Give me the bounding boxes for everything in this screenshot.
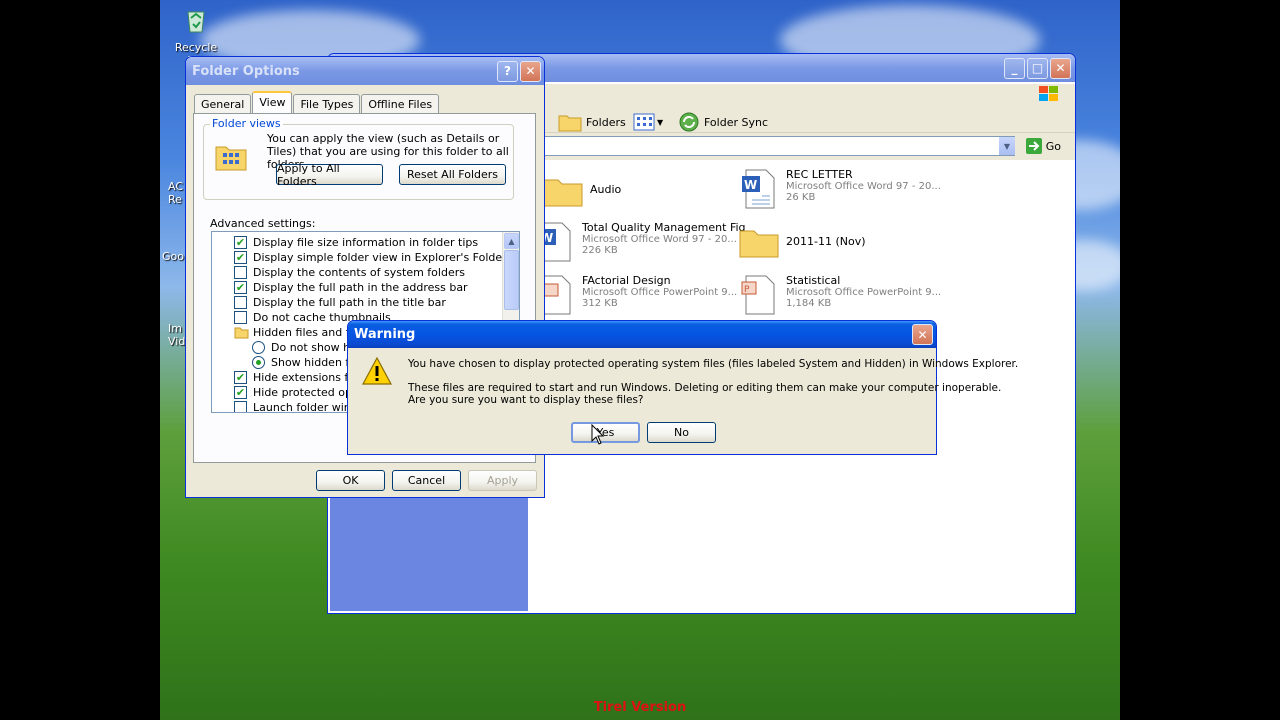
go-label: Go bbox=[1045, 139, 1061, 153]
folder-icon bbox=[234, 327, 249, 339]
svg-text:W: W bbox=[744, 178, 757, 192]
address-input[interactable] bbox=[528, 136, 1015, 156]
reset-all-folders-button[interactable]: Reset All Folders bbox=[399, 164, 506, 185]
tab-general[interactable]: General bbox=[194, 94, 252, 113]
advanced-setting-label: Display simple folder view in Explorer's… bbox=[253, 251, 520, 264]
warning-dialog[interactable]: Warning ✕ You have chosen to display pro… bbox=[347, 320, 1018, 455]
radio-button[interactable] bbox=[252, 341, 265, 354]
checkbox[interactable]: ✔ bbox=[234, 251, 247, 264]
list-item[interactable]: Audio bbox=[542, 170, 621, 212]
folder-views-legend: Folder views bbox=[210, 117, 283, 130]
folder-options-title: Folder Options bbox=[192, 63, 300, 79]
go-arrow-icon bbox=[1025, 138, 1042, 154]
advanced-setting-row[interactable]: ✔ Display the full path in the address ba… bbox=[234, 280, 468, 295]
close-button[interactable]: ✕ bbox=[1050, 57, 1071, 79]
folder-sync-icon bbox=[679, 112, 699, 132]
checkbox[interactable] bbox=[234, 401, 247, 412]
list-item[interactable]: P Statistical Microsoft Office PowerPoin… bbox=[738, 274, 941, 316]
advanced-setting-row[interactable]: ✔ Display file size information in folder… bbox=[234, 235, 478, 250]
svg-text:P: P bbox=[744, 285, 750, 295]
list-item[interactable]: W REC LETTER Microsoft Office Word 97 - … bbox=[738, 168, 941, 210]
file-type: Microsoft Office PowerPoint 9... bbox=[582, 287, 738, 298]
radio-button[interactable] bbox=[252, 356, 265, 369]
checkbox[interactable] bbox=[234, 311, 247, 324]
warning-line-2: These files are required to start and ru… bbox=[408, 382, 1002, 394]
file-size: 26 KB bbox=[786, 192, 816, 203]
address-dropdown-button[interactable]: ▼ bbox=[999, 137, 1015, 155]
help-button[interactable]: ? bbox=[497, 60, 518, 82]
tab-file-types[interactable]: File Types bbox=[293, 94, 361, 113]
folder-icon bbox=[558, 115, 582, 132]
folder-sync-label: Folder Sync bbox=[704, 115, 769, 129]
word-document-icon: W bbox=[742, 169, 775, 209]
file-name: Statistical bbox=[786, 274, 841, 287]
warning-line-1: You have chosen to display protected ope… bbox=[408, 358, 1019, 370]
file-name: 2011-11 (Nov) bbox=[786, 235, 866, 248]
checkbox[interactable]: ✔ bbox=[234, 386, 247, 399]
checkbox[interactable] bbox=[234, 266, 247, 279]
list-item[interactable]: W Total Quality Management Fig Microsoft… bbox=[534, 221, 746, 263]
warning-line-3: Are you sure you want to display these f… bbox=[408, 394, 644, 406]
warning-titlebar[interactable]: Warning ✕ bbox=[348, 321, 936, 348]
go-button[interactable]: Go bbox=[1025, 137, 1061, 155]
folder-views-icon bbox=[215, 146, 247, 171]
tab-strip: General View File Types Offline Files bbox=[194, 91, 440, 113]
scroll-up-button[interactable]: ▲ bbox=[504, 233, 519, 249]
file-size: 312 KB bbox=[582, 298, 618, 309]
file-name: Total Quality Management Fig bbox=[582, 221, 746, 234]
file-type: Microsoft Office PowerPoint 9... bbox=[786, 287, 942, 298]
file-type: Microsoft Office Word 97 - 20... bbox=[582, 234, 737, 245]
advanced-settings-label: Advanced settings: bbox=[210, 217, 316, 230]
views-grid-icon bbox=[633, 113, 655, 131]
folder-options-titlebar[interactable]: Folder Options ? ✕ bbox=[186, 57, 544, 85]
minimize-button[interactable]: _ bbox=[1004, 57, 1025, 79]
list-item[interactable]: 2011-11 (Nov) bbox=[738, 221, 866, 263]
mouse-cursor-icon bbox=[591, 424, 605, 445]
apply-to-all-folders-button[interactable]: Apply to All Folders bbox=[276, 162, 383, 188]
advanced-setting-label: Display the full path in the address bar bbox=[253, 281, 468, 294]
advanced-setting-row[interactable]: ✔ Display simple folder view in Explorer'… bbox=[234, 250, 520, 265]
folder-icon bbox=[543, 179, 583, 207]
folders-label: Folders bbox=[586, 115, 626, 129]
trial-watermark: Tirel Version bbox=[593, 700, 687, 715]
cancel-button[interactable]: Cancel bbox=[392, 470, 461, 491]
tab-offline-files[interactable]: Offline Files bbox=[361, 94, 440, 113]
checkbox[interactable]: ✔ bbox=[234, 371, 247, 384]
powerpoint-document-icon: P bbox=[741, 275, 775, 315]
file-name: FActorial Design bbox=[582, 274, 671, 287]
checkbox[interactable]: ✔ bbox=[234, 236, 247, 249]
tab-view[interactable]: View bbox=[252, 91, 293, 113]
warning-title: Warning bbox=[354, 327, 416, 342]
file-name: Audio bbox=[590, 183, 622, 196]
no-button[interactable]: No bbox=[647, 422, 716, 443]
windows-logo-icon bbox=[1039, 86, 1058, 101]
warning-icon bbox=[361, 356, 393, 385]
advanced-setting-label: Display the full path in the title bar bbox=[253, 296, 446, 309]
advanced-setting-label: Display the contents of system folders bbox=[253, 266, 465, 279]
warning-body: You have chosen to display protected ope… bbox=[351, 349, 1018, 451]
recycle-bin-icon bbox=[187, 11, 205, 33]
apply-button[interactable]: Apply bbox=[468, 470, 537, 491]
folder-icon bbox=[739, 230, 779, 258]
file-size: 1,184 KB bbox=[786, 298, 832, 309]
list-item[interactable]: FActorial Design Microsoft Office PowerP… bbox=[534, 274, 737, 316]
ok-button[interactable]: OK bbox=[316, 470, 385, 491]
checkbox[interactable]: ✔ bbox=[234, 281, 247, 294]
advanced-setting-label: Display file size information in folder … bbox=[253, 236, 479, 249]
file-type: Microsoft Office Word 97 - 20... bbox=[786, 181, 941, 192]
yes-button[interactable]: Yes bbox=[571, 422, 640, 443]
advanced-setting-row[interactable]: Display the contents of system folders bbox=[234, 265, 465, 280]
file-name: REC LETTER bbox=[786, 168, 853, 181]
desktop-partial-label: Goo bbox=[162, 250, 184, 263]
maximize-button[interactable]: □ bbox=[1027, 57, 1048, 79]
advanced-setting-row[interactable]: Display the full path in the title bar bbox=[234, 295, 446, 310]
desktop-icon-partial[interactable]: Goo bbox=[162, 250, 186, 263]
close-button[interactable]: ✕ bbox=[912, 324, 933, 345]
chevron-down-icon: ▼ bbox=[657, 117, 664, 127]
file-size: 226 KB bbox=[582, 245, 618, 256]
scroll-thumb[interactable] bbox=[504, 250, 519, 310]
checkbox[interactable] bbox=[234, 296, 247, 309]
close-button[interactable]: ✕ bbox=[520, 60, 541, 82]
